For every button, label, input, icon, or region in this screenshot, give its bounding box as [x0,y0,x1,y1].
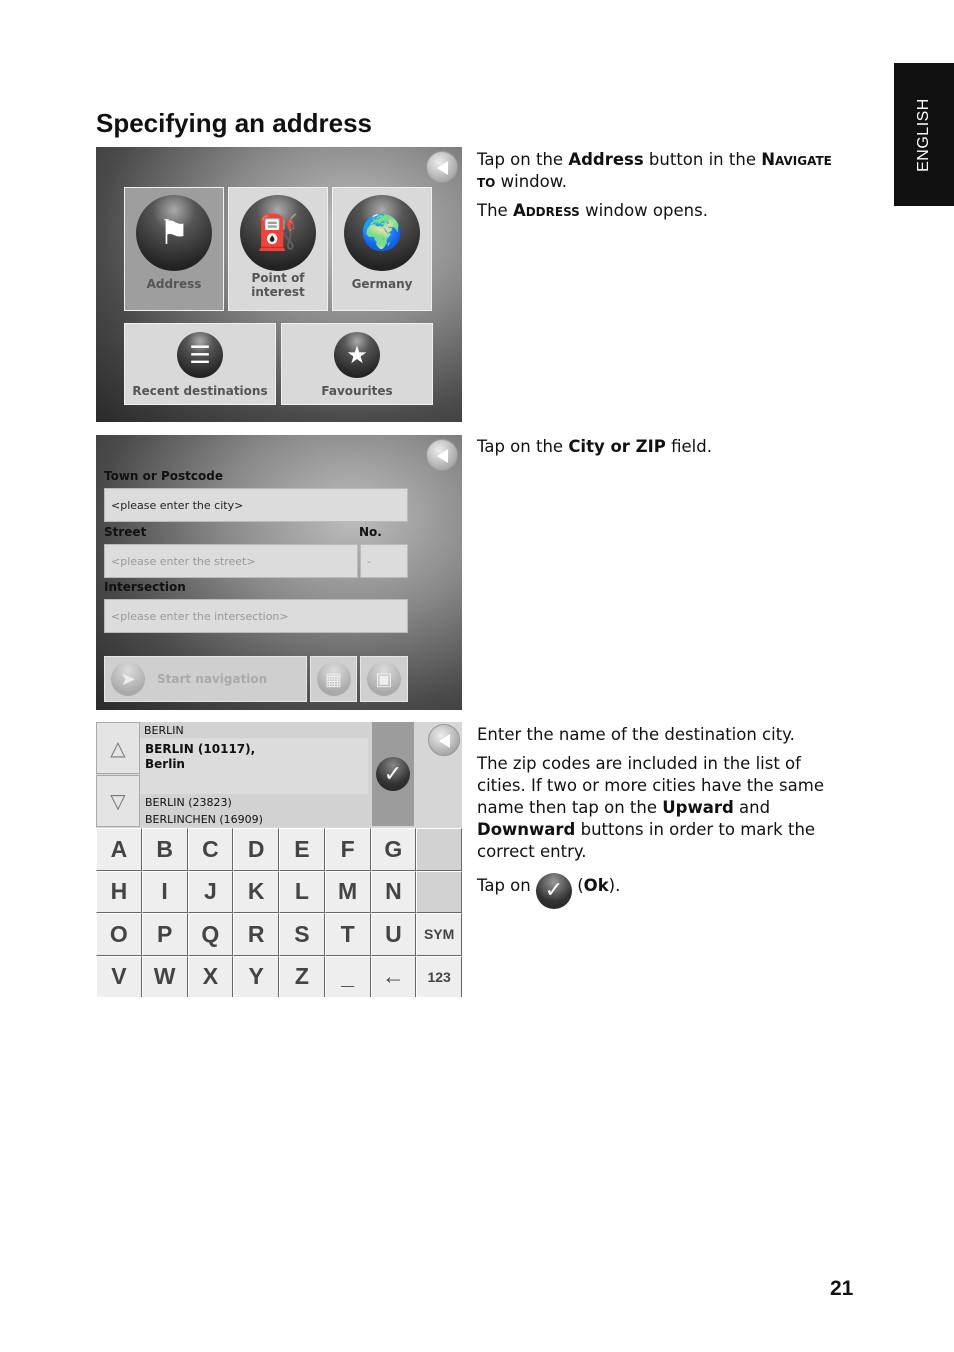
key-z[interactable]: Z [279,955,325,997]
save-button[interactable]: ▣ [360,656,408,702]
upward-button[interactable]: △ [96,722,140,774]
fuel-pump-icon: ⛽ [240,195,316,271]
key-blank [416,828,462,871]
selected-city-line1: BERLIN (10117), [145,742,256,756]
key-t[interactable]: T [324,913,371,956]
key-o[interactable]: O [96,913,142,956]
key-space[interactable]: _ [324,955,371,997]
page-number: 21 [830,1277,854,1300]
keyboard: A B C D E F G H I J K L M N O P Q R S T U SYM V W X Y Z _ ← 123 [96,828,462,997]
keyboard-screenshot: △ ▽ BERLIN BERLIN (10117), Berlin BERLIN… [96,722,462,997]
ok-button[interactable]: ✓ [372,722,414,826]
key-a[interactable]: A [96,828,142,871]
address-button[interactable]: ⚑ Address [124,187,224,311]
recent-label: Recent destinations [132,384,268,398]
germany-button[interactable]: 🌍 Germany [332,187,432,311]
flag-icon: ⚑ [136,195,212,271]
instruction-step-1: Tap on the Address button in the Navigat… [477,150,832,220]
key-n[interactable]: N [370,870,417,913]
page-title: Specifying an address [96,108,372,138]
key-e[interactable]: E [279,828,325,871]
list-item[interactable]: BERLIN (23823) [145,796,232,809]
back-button[interactable] [426,439,458,471]
key-j[interactable]: J [187,870,234,913]
selected-city-line2: Berlin [145,757,185,771]
key-f[interactable]: F [324,828,371,871]
street-field[interactable]: <please enter the street> [104,544,358,578]
navigation-arrow-icon: ➤ [111,662,145,696]
poi-label: Point of interest [251,271,305,299]
city-list: BERLIN BERLIN (10117), Berlin BERLIN (23… [140,722,372,826]
instruction-step-2: Tap on the City or ZIP field. [477,437,712,456]
key-d[interactable]: D [233,828,279,871]
triangle-down-icon: ▽ [110,789,126,813]
triangle-up-icon: △ [110,736,126,760]
favourites-label: Favourites [321,384,393,398]
floppy-disk-icon: ▣ [367,662,401,696]
instruction-step-3: Enter the name of the destination city. … [477,724,849,916]
point-of-interest-button[interactable]: ⛽ Point of interest [228,187,328,311]
key-123[interactable]: 123 [416,955,462,997]
key-p[interactable]: P [141,913,188,956]
list-item-selected[interactable]: BERLIN (10117), Berlin [140,738,368,794]
language-label: ENGLISH [915,97,932,172]
key-u[interactable]: U [370,913,417,956]
address-screenshot: Town or Postcode <please enter the city>… [96,435,462,710]
search-input[interactable]: BERLIN [144,724,184,737]
key-r[interactable]: R [233,913,279,956]
key-q[interactable]: Q [187,913,234,956]
key-y[interactable]: Y [233,955,279,997]
key-k[interactable]: K [233,870,279,913]
star-icon: ★ [334,332,380,378]
number-label: No. [359,525,382,539]
key-c[interactable]: C [187,828,234,871]
intersection-label: Intersection [104,580,186,594]
globe-icon: 🌍 [344,195,420,271]
key-m[interactable]: M [324,870,371,913]
key-backspace[interactable]: ← [370,955,417,997]
key-h[interactable]: H [96,870,142,913]
key-g[interactable]: G [370,828,417,871]
list-icon: ☰ [177,332,223,378]
downward-button[interactable]: ▽ [96,775,140,827]
language-tab: ENGLISH [894,63,954,206]
recent-destinations-button[interactable]: ☰ Recent destinations [124,323,276,405]
ok-checkmark-icon: ✓ [535,873,572,909]
back-button[interactable] [426,151,458,183]
number-field[interactable]: - [360,544,408,578]
key-l[interactable]: L [279,870,325,913]
list-item[interactable]: BERLINCHEN (16909) [145,813,263,826]
start-navigation-label: Start navigation [157,672,268,686]
key-x[interactable]: X [187,955,234,997]
germany-label: Germany [351,277,413,291]
key-blank [416,870,462,913]
start-navigation-button[interactable]: ➤ Start navigation [104,656,307,702]
intersection-field[interactable]: <please enter the intersection> [104,599,408,633]
key-sym[interactable]: SYM [416,913,462,956]
back-button[interactable] [428,724,460,756]
key-i[interactable]: I [141,870,188,913]
map-icon: ▦ [316,662,351,696]
key-v[interactable]: V [96,955,142,997]
favourites-button[interactable]: ★ Favourites [281,323,433,405]
map-button[interactable]: ▦ [310,656,357,702]
checkmark-icon: ✓ [376,757,410,791]
address-label: Address [146,277,202,291]
key-s[interactable]: S [279,913,325,956]
street-label: Street [104,525,147,539]
key-b[interactable]: B [141,828,188,871]
town-field[interactable]: <please enter the city> [104,488,408,522]
key-w[interactable]: W [141,955,188,997]
navigate-to-screenshot: ⚑ Address ⛽ Point of interest 🌍 Germany … [96,147,462,422]
town-label: Town or Postcode [104,469,223,483]
